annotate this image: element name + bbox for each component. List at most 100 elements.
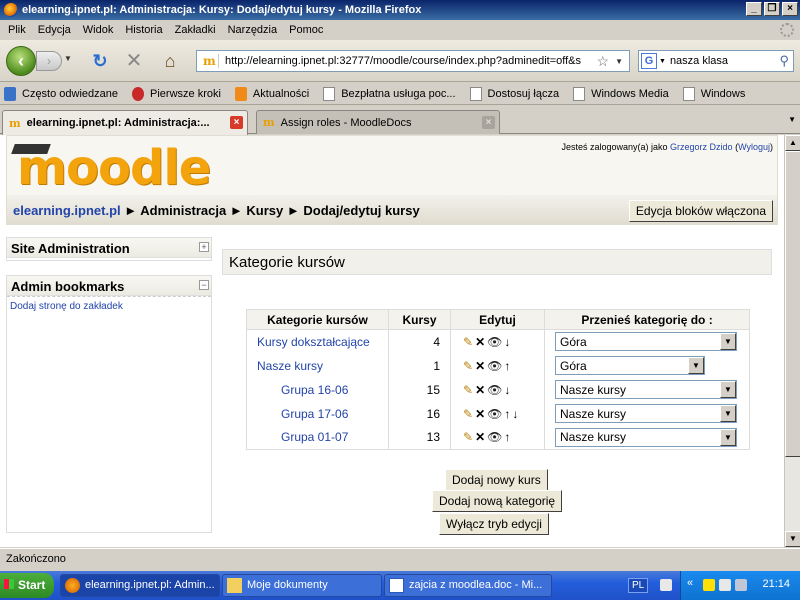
- delete-icon[interactable]: ✕: [475, 359, 485, 373]
- hide-icon[interactable]: 👁: [487, 407, 502, 421]
- search-input[interactable]: nasza klasa: [670, 55, 728, 67]
- add-category-button[interactable]: Dodaj nową kategorię: [432, 490, 563, 512]
- forward-button[interactable]: ›: [36, 51, 62, 71]
- vertical-scrollbar[interactable]: ▲ ▼: [784, 135, 800, 547]
- delete-icon[interactable]: ✕: [475, 430, 485, 444]
- edit-blocks-button[interactable]: Edycja bloków włączona: [628, 200, 773, 222]
- move-down-icon[interactable]: ↓: [512, 407, 518, 421]
- collapse-icon[interactable]: −: [199, 280, 209, 290]
- move-category-select[interactable]: Nasze kursy ▼: [555, 380, 737, 399]
- network-icon[interactable]: [719, 579, 731, 591]
- breadcrumb-home[interactable]: elearning.ipnet.pl: [13, 203, 121, 218]
- history-dropdown-icon[interactable]: ▼: [64, 54, 72, 63]
- search-bar[interactable]: G ▼ nasza klasa ⚲: [638, 50, 794, 72]
- home-icon[interactable]: ⌂: [160, 51, 180, 71]
- bookmark-getting-started[interactable]: Pierwsze kroki: [132, 86, 221, 101]
- stop-icon[interactable]: ✕: [124, 51, 144, 71]
- menu-bookmarks[interactable]: Zakładki: [169, 24, 222, 36]
- menu-help[interactable]: Pomoc: [283, 24, 329, 36]
- reload-icon[interactable]: ↻: [90, 51, 110, 71]
- edit-icon[interactable]: ✎: [463, 383, 473, 397]
- move-down-icon[interactable]: ↓: [504, 383, 510, 397]
- taskbar-firefox[interactable]: elearning.ipnet.pl: Admin...: [60, 574, 220, 597]
- close-button[interactable]: ×: [782, 2, 798, 16]
- bookmark-windows-media[interactable]: Windows Media: [573, 86, 669, 101]
- scrollbar-thumb[interactable]: [785, 151, 800, 457]
- chevron-down-icon[interactable]: ▼: [688, 357, 704, 374]
- edit-icon[interactable]: ✎: [463, 407, 473, 421]
- breadcrumb-courses[interactable]: Kursy: [246, 203, 283, 218]
- bookmark-free-service[interactable]: Bezpłatna usługa poc...: [323, 86, 456, 101]
- keyboard-icon[interactable]: [660, 579, 672, 591]
- tab-close-icon[interactable]: ×: [482, 116, 495, 129]
- hc-icon[interactable]: [703, 579, 715, 591]
- url-dropdown-icon[interactable]: ▼: [615, 57, 629, 66]
- bookmark-most-visited[interactable]: Często odwiedzane: [4, 86, 118, 101]
- taskbar-word-document[interactable]: zajcia z moodlea.doc - Mi...: [384, 574, 552, 597]
- chevron-down-icon[interactable]: ▼: [720, 381, 736, 398]
- edit-icon[interactable]: ✎: [463, 359, 473, 373]
- move-down-icon[interactable]: ↓: [504, 335, 510, 349]
- hide-icon[interactable]: 👁: [487, 335, 502, 349]
- category-link[interactable]: Nasze kursy: [257, 359, 323, 373]
- chevron-down-icon[interactable]: ▼: [720, 333, 736, 351]
- menu-history[interactable]: Historia: [119, 24, 168, 36]
- taskbar-my-documents[interactable]: Moje dokumenty: [222, 574, 382, 597]
- url-text[interactable]: http://elearning.ipnet.pl:32777/moodle/c…: [225, 55, 585, 67]
- hide-icon[interactable]: 👁: [487, 430, 502, 444]
- bookmark-windows[interactable]: Windows: [682, 86, 745, 101]
- restore-button[interactable]: ❐: [764, 2, 780, 16]
- volume-icon[interactable]: [735, 579, 747, 591]
- add-bookmark-link[interactable]: Dodaj stronę do zakładek: [7, 296, 211, 316]
- tray-expand-icon[interactable]: «: [687, 577, 693, 589]
- category-link[interactable]: Grupa 17-06: [281, 407, 348, 421]
- scroll-down-icon[interactable]: ▼: [785, 531, 800, 547]
- move-category-select[interactable]: Nasze kursy ▼: [555, 427, 737, 447]
- search-engine-dropdown-icon[interactable]: ▼: [659, 58, 666, 65]
- logout-link[interactable]: Wyloguj: [738, 142, 770, 152]
- tab-close-icon[interactable]: ×: [230, 116, 243, 129]
- tab-list-dropdown-icon[interactable]: ▼: [788, 115, 796, 124]
- menu-file[interactable]: Plik: [2, 24, 32, 36]
- move-up-icon[interactable]: ↑: [504, 359, 510, 373]
- delete-icon[interactable]: ✕: [475, 383, 485, 397]
- move-up-icon[interactable]: ↑: [504, 430, 510, 444]
- moodle-logo[interactable]: moodle: [17, 140, 211, 196]
- category-link[interactable]: Grupa 16-06: [281, 383, 348, 397]
- bookmark-customize-links[interactable]: Dostosuj łącza: [469, 86, 559, 101]
- chevron-down-icon[interactable]: ▼: [720, 405, 736, 422]
- hide-icon[interactable]: 👁: [487, 359, 502, 373]
- scroll-up-icon[interactable]: ▲: [785, 135, 800, 151]
- edit-icon[interactable]: ✎: [463, 430, 473, 444]
- menu-view[interactable]: Widok: [77, 24, 120, 36]
- user-profile-link[interactable]: Grzegorz Dzido: [670, 142, 733, 152]
- bookmark-news[interactable]: Aktualności: [234, 86, 309, 101]
- delete-icon[interactable]: ✕: [475, 335, 485, 349]
- hide-icon[interactable]: 👁: [487, 383, 502, 397]
- tab-moodle-admin[interactable]: m elearning.ipnet.pl: Administracja:... …: [2, 110, 248, 135]
- breadcrumb-admin[interactable]: Administracja: [140, 203, 226, 218]
- move-category-select[interactable]: Nasze kursy ▼: [555, 404, 737, 423]
- move-category-select[interactable]: Góra ▼: [555, 356, 705, 375]
- category-link[interactable]: Kursy dokształcające: [257, 335, 370, 349]
- minimize-button[interactable]: _: [746, 2, 762, 16]
- start-button[interactable]: Start: [0, 573, 54, 598]
- category-link[interactable]: Grupa 01-07: [281, 430, 348, 444]
- search-icon[interactable]: ⚲: [779, 53, 793, 69]
- bookmark-star-icon[interactable]: ☆: [597, 53, 616, 70]
- tab-assign-roles[interactable]: m Assign roles - MoodleDocs ×: [256, 110, 500, 134]
- delete-icon[interactable]: ✕: [475, 407, 485, 421]
- expand-icon[interactable]: +: [199, 242, 209, 252]
- edit-icon[interactable]: ✎: [463, 335, 473, 349]
- language-indicator[interactable]: PL: [628, 578, 649, 593]
- chevron-down-icon[interactable]: ▼: [720, 428, 736, 446]
- menu-edit[interactable]: Edycja: [32, 24, 77, 36]
- google-engine-icon[interactable]: G: [641, 53, 657, 69]
- move-category-select[interactable]: Góra ▼: [555, 332, 737, 352]
- move-up-icon[interactable]: ↑: [504, 407, 510, 421]
- url-bar[interactable]: m http://elearning.ipnet.pl:32777/moodle…: [196, 50, 630, 72]
- turn-editing-off-button[interactable]: Wyłącz tryb edycji: [439, 513, 549, 535]
- menu-tools[interactable]: Narzędzia: [222, 24, 284, 36]
- back-button[interactable]: ‹: [6, 46, 36, 76]
- add-course-button[interactable]: Dodaj nowy kurs: [445, 469, 548, 491]
